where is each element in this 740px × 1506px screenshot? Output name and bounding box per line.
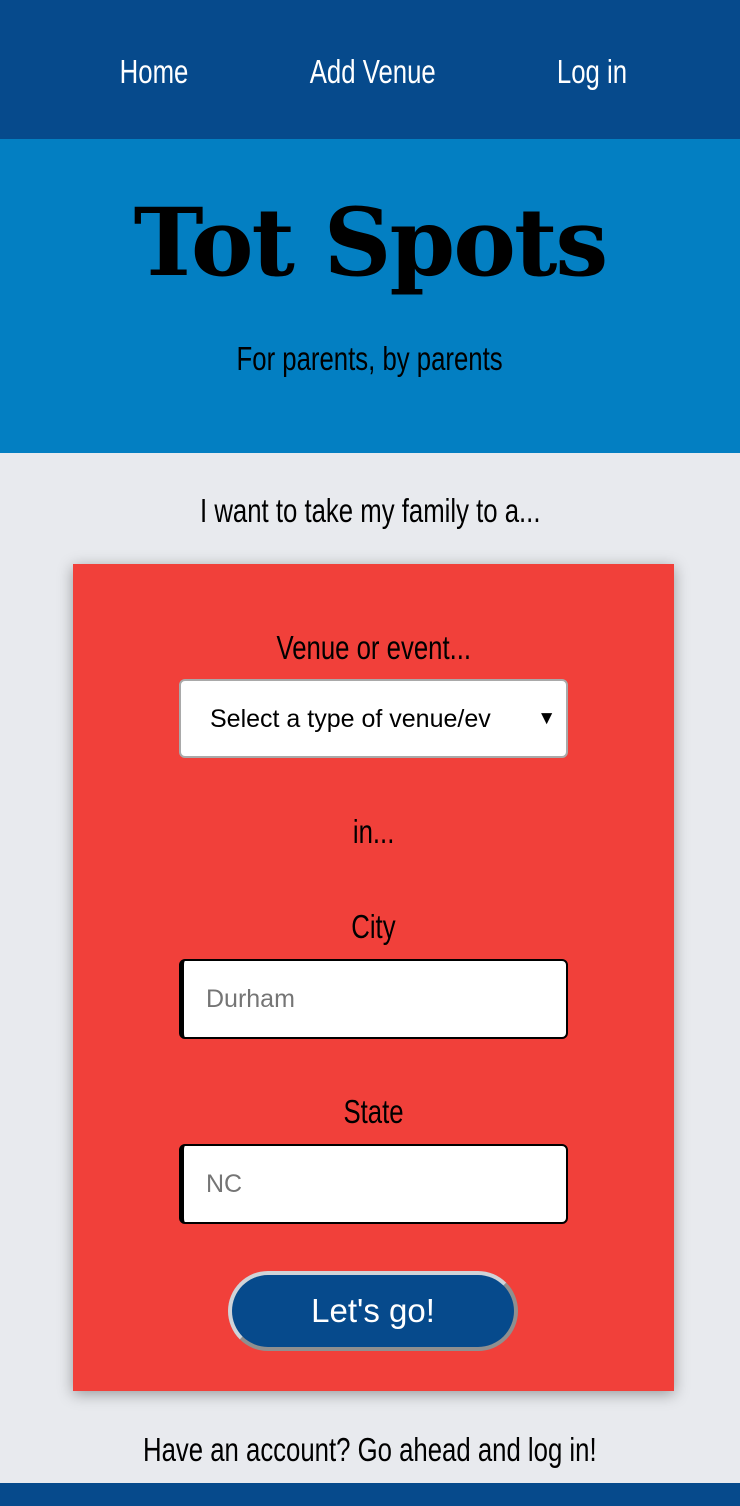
venue-type-select-value: Select a type of venue/ev [210,705,491,733]
city-label-text: City [351,908,396,945]
venue-type-select[interactable]: Select a type of venue/ev ▼ [179,679,568,758]
search-form: Venue or event... Select a type of venue… [73,564,674,1391]
nav-login-link[interactable]: Log in [537,48,647,96]
login-prompt-text: Have an account? Go ahead and log in! [143,1431,597,1468]
hero-banner: Tot Spots For parents, by parents [0,139,740,453]
search-intro-text: I want to take my family to a... [199,492,541,529]
nav-home-link[interactable]: Home [96,48,212,96]
footer-bar [0,1483,740,1506]
site-tagline-text: For parents, by parents [236,340,504,377]
site-title: Tot Spots [133,188,609,298]
dropdown-triangle-icon: ▼ [537,708,556,729]
nav-add-venue-link[interactable]: Add Venue [292,48,452,96]
lets-go-button[interactable]: Let's go! [228,1271,518,1351]
site-tagline: For parents, by parents [0,337,740,381]
city-label: City [73,905,674,949]
search-intro: I want to take my family to a... [0,487,740,535]
login-prompt[interactable]: Have an account? Go ahead and log in! [0,1426,740,1474]
state-input[interactable] [179,1144,568,1224]
top-nav: Home Add Venue Log in [0,0,740,139]
in-label: in... [73,810,674,854]
venue-label-text: Venue or event... [276,629,471,666]
nav-add-venue-label: Add Venue [309,53,436,90]
nav-login-label: Log in [556,53,628,90]
nav-home-label: Home [119,53,189,90]
state-label-text: State [343,1093,404,1130]
state-label: State [73,1090,674,1134]
city-input[interactable] [179,959,568,1039]
venue-label: Venue or event... [73,626,674,670]
in-label-text: in... [352,813,395,850]
